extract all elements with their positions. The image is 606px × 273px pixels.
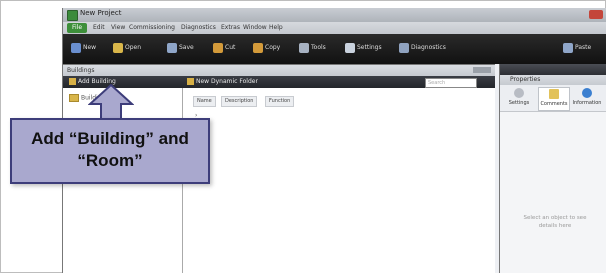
buildings-pane-title: Buildings xyxy=(67,67,95,74)
folder-icon xyxy=(187,78,194,85)
annotation-callout: Add “Building” and “Room” xyxy=(10,118,210,184)
callout-text: Add “Building” and “Room” xyxy=(12,128,208,172)
column-name[interactable]: Name xyxy=(193,96,216,107)
menu-diagnostics[interactable]: Diagnostics xyxy=(181,23,216,33)
toolbar-tools-button[interactable]: Tools xyxy=(299,42,326,54)
title-bar: New Project xyxy=(63,8,606,22)
save-icon xyxy=(167,42,177,53)
toolbar-new-button[interactable]: New xyxy=(71,42,96,54)
properties-empty-hint: Select an object to see details here xyxy=(523,215,587,229)
properties-pane-header: Properties xyxy=(500,75,606,85)
app-icon xyxy=(67,10,78,21)
toolbar-diagnostics-button[interactable]: Diagnostics xyxy=(399,42,446,54)
callout-line-2: “Room” xyxy=(77,151,143,170)
column-function[interactable]: Function xyxy=(265,96,295,107)
toolbar-open-button[interactable]: Open xyxy=(113,42,141,54)
info-icon xyxy=(582,88,592,98)
window-title: New Project xyxy=(80,9,122,17)
cut-icon xyxy=(213,42,223,53)
tab-settings[interactable]: Settings xyxy=(504,87,534,109)
menu-bar: File Edit View Commissioning Diagnostics… xyxy=(63,22,606,34)
open-folder-icon xyxy=(113,42,123,53)
menu-window[interactable]: Window xyxy=(243,23,267,33)
tab-information[interactable]: Information xyxy=(572,87,602,109)
up-arrow-icon xyxy=(88,84,134,120)
toolbar-settings-button[interactable]: Settings xyxy=(345,42,382,54)
toolbar-paste-button[interactable]: Paste xyxy=(563,42,591,54)
search-input[interactable]: Search xyxy=(425,78,477,88)
diagnostics-icon xyxy=(399,42,409,53)
comment-icon xyxy=(549,89,559,99)
tab-comments[interactable]: Comments xyxy=(538,87,570,111)
callout-line-1: Add “Building” and xyxy=(31,129,189,148)
pane-controls[interactable] xyxy=(473,67,491,73)
menu-commissioning[interactable]: Commissioning xyxy=(129,23,175,33)
properties-pane: Properties Settings Comments Information… xyxy=(499,64,606,273)
close-button[interactable] xyxy=(589,10,603,19)
main-toolbar: New Open Save Cut Copy Tools Settings Di… xyxy=(63,34,606,64)
copy-icon xyxy=(253,42,263,53)
menu-edit[interactable]: Edit xyxy=(93,23,105,33)
file-menu-button[interactable]: File xyxy=(67,23,87,33)
new-dynamic-folder-button[interactable]: New Dynamic Folder xyxy=(187,77,258,87)
properties-tabs: Settings Comments Information xyxy=(500,85,606,112)
buildings-pane-header: Buildings xyxy=(63,65,495,76)
toolbar-copy-button[interactable]: Copy xyxy=(253,42,280,54)
menu-help[interactable]: Help xyxy=(269,23,283,33)
menu-extras[interactable]: Extras xyxy=(221,23,240,33)
column-description[interactable]: Description xyxy=(221,96,258,107)
gear-icon xyxy=(514,88,524,98)
new-icon xyxy=(71,42,81,53)
building-icon xyxy=(69,94,79,102)
toolbar-save-button[interactable]: Save xyxy=(167,42,194,54)
toolbar-cut-button[interactable]: Cut xyxy=(213,42,235,54)
add-building-icon xyxy=(69,78,76,85)
buildings-grid: Name Description Function › xyxy=(183,88,495,273)
properties-pane-top-strip xyxy=(500,64,606,75)
paste-icon xyxy=(563,42,573,53)
menu-view[interactable]: View xyxy=(111,23,125,33)
tools-icon xyxy=(299,42,309,53)
settings-icon xyxy=(345,42,355,53)
properties-pane-title: Properties xyxy=(510,76,541,83)
